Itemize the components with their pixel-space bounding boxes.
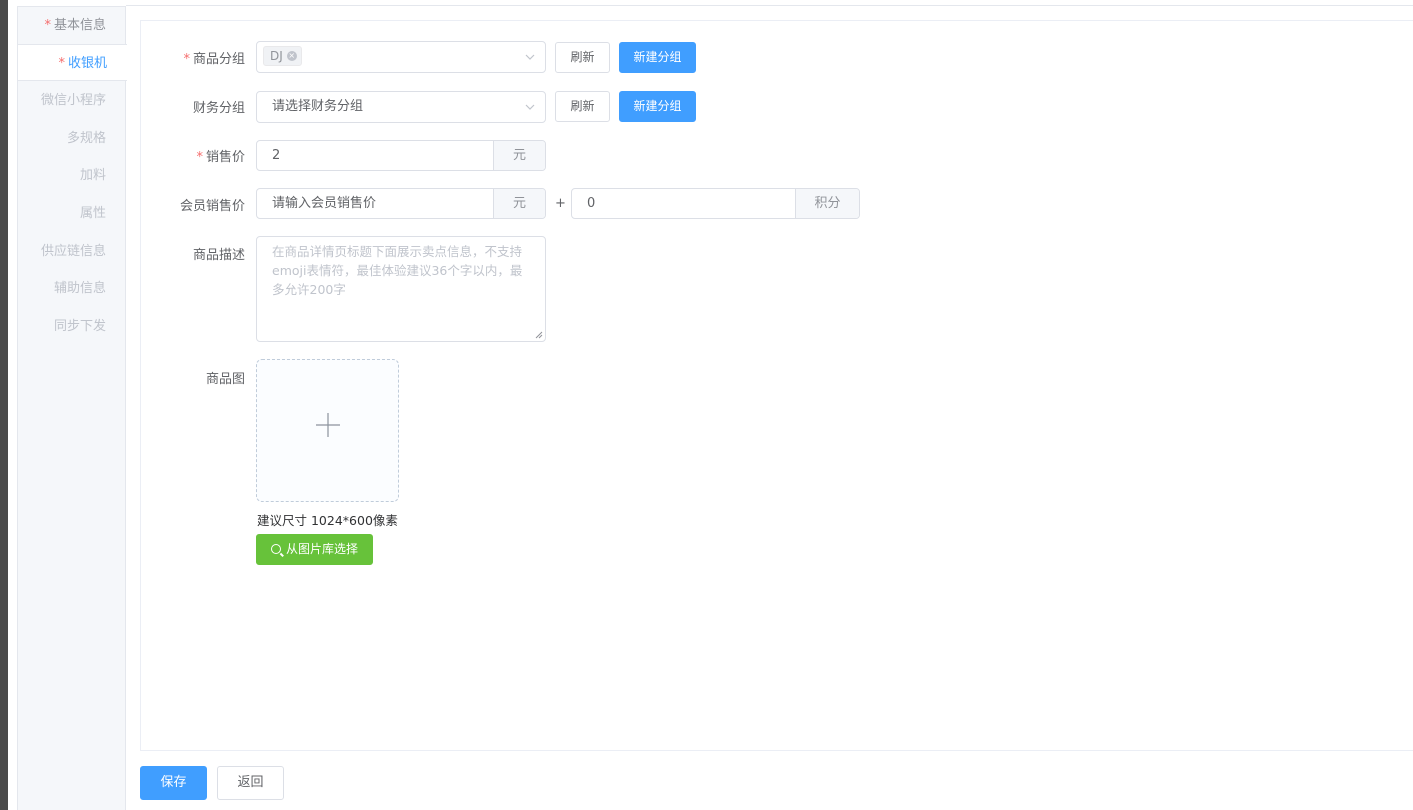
sidebar-item-label: 辅助信息 — [53, 281, 106, 296]
sidebar-item-attributes[interactable]: 属性 — [18, 195, 126, 232]
points-input[interactable]: 0 — [587, 189, 595, 218]
member-price-input[interactable]: 请输入会员销售价 — [272, 189, 376, 218]
choose-from-library-label: 从图片库选择 — [285, 542, 358, 556]
sidebar-item-basic-info[interactable]: * 基本信息 — [18, 7, 126, 44]
page-root: * 基本信息 * 收银机 微信小程序 多规格 加料 属性 供应链信息 辅助信息 同步… — [0, 0, 1413, 810]
resize-handle-icon[interactable] — [535, 331, 543, 339]
sale-price-input-group: 2 元 — [256, 140, 546, 171]
required-mark: * — [58, 56, 65, 71]
required-mark: * — [196, 150, 203, 165]
sidebar-item-sync[interactable]: 同步下发 — [18, 308, 126, 345]
sidebar-item-label: 同步下发 — [53, 319, 106, 334]
points-input-group: 0 积分 — [571, 188, 860, 219]
finance-group-refresh-button[interactable]: 刷新 — [555, 91, 610, 122]
sidebar-item-label: 多规格 — [66, 131, 106, 146]
finance-group-placeholder: 请选择财务分组 — [272, 99, 364, 114]
sidebar-tabs: * 基本信息 * 收银机 微信小程序 多规格 加料 属性 供应链信息 辅助信息 同步… — [17, 6, 127, 810]
sidebar-item-label: 加料 — [79, 168, 106, 183]
member-price-input-group: 请输入会员销售价 元 — [256, 188, 546, 219]
sidebar-item-supply-chain[interactable]: 供应链信息 — [18, 233, 126, 270]
chevron-down-icon — [525, 104, 535, 110]
sidebar-item-multi-spec[interactable]: 多规格 — [18, 120, 126, 157]
sidebar-item-label: 供应链信息 — [40, 244, 106, 259]
description-placeholder: 在商品详情页标题下面展示卖点信息，不支持emoji表情符，最佳体验建议36个字以… — [272, 244, 523, 297]
product-group-new-button[interactable]: 新建分组 — [619, 42, 696, 73]
tag-label: DJ — [270, 49, 283, 63]
product-group-refresh-button[interactable]: 刷新 — [555, 42, 610, 73]
tag-close-icon[interactable]: × — [286, 51, 297, 61]
sidebar-item-label: 微信小程序 — [40, 93, 106, 108]
finance-group-new-button[interactable]: 新建分组 — [619, 91, 696, 122]
sidebar-item-aux-info[interactable]: 辅助信息 — [18, 270, 126, 307]
save-button[interactable]: 保存 — [140, 766, 207, 800]
sidebar-item-wechat-miniprogram[interactable]: 微信小程序 — [18, 82, 126, 119]
product-group-select[interactable]: DJ × — [256, 41, 546, 73]
choose-from-library-button[interactable]: 从图片库选择 — [256, 534, 373, 565]
points-unit: 积分 — [795, 189, 859, 218]
sidebar-item-label: 收银机 — [67, 56, 107, 71]
sale-price-label-text: 销售价 — [205, 150, 245, 165]
sidebar-item-cashier[interactable]: * 收银机 — [18, 44, 127, 81]
image-uploader[interactable] — [256, 359, 399, 502]
sale-price-unit: 元 — [493, 141, 545, 170]
finance-group-select[interactable]: 请选择财务分组 — [256, 91, 546, 123]
product-group-label: * 商品分组 — [135, 48, 245, 67]
member-price-unit: 元 — [493, 189, 545, 218]
search-icon — [270, 544, 281, 554]
plus-sign: + — [555, 196, 566, 211]
window-edge — [0, 0, 8, 810]
sale-price-label: * 销售价 — [135, 146, 245, 165]
chevron-down-icon — [525, 54, 535, 60]
member-price-label: 会员销售价 — [179, 199, 245, 214]
back-button[interactable]: 返回 — [217, 766, 284, 800]
plus-icon — [316, 413, 340, 437]
sale-price-input[interactable]: 2 — [272, 141, 280, 170]
product-group-tag: DJ × — [263, 46, 302, 66]
product-group-label-text: 商品分组 — [192, 52, 245, 67]
image-size-hint: 建议尺寸 1024*600像素 — [257, 513, 398, 528]
sidebar-item-label: 基本信息 — [53, 18, 106, 33]
required-mark: * — [183, 52, 190, 67]
description-label: 商品描述 — [192, 248, 245, 263]
description-textarea[interactable]: 在商品详情页标题下面展示卖点信息，不支持emoji表情符，最佳体验建议36个字以… — [256, 236, 546, 342]
required-mark: * — [44, 18, 51, 33]
sidebar-item-addons[interactable]: 加料 — [18, 157, 126, 194]
product-image-label: 商品图 — [205, 372, 245, 387]
sidebar-item-label: 属性 — [79, 206, 106, 221]
finance-group-label: 财务分组 — [192, 101, 245, 116]
main-top-border — [126, 5, 1413, 6]
